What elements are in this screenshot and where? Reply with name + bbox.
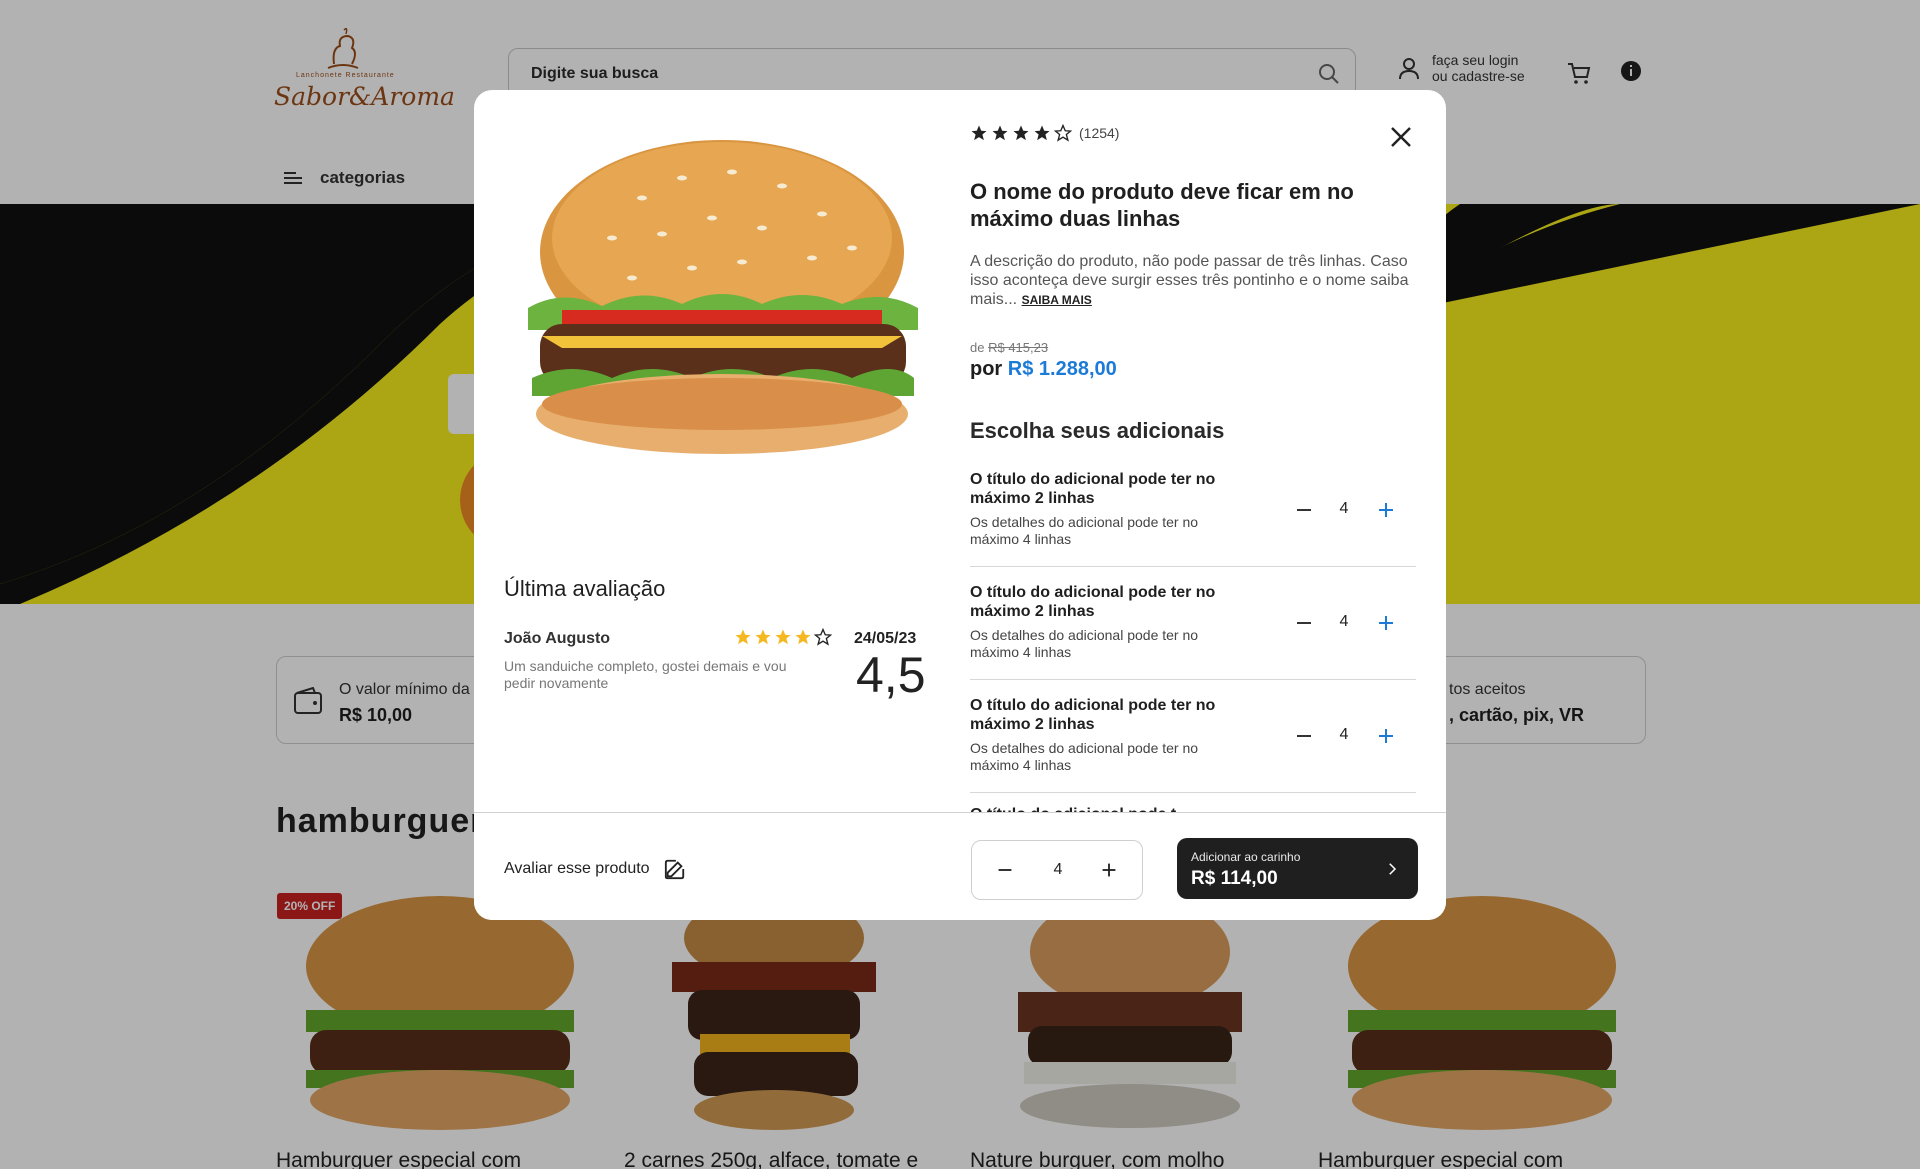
add-to-cart-price: R$ 114,00 <box>1191 868 1278 889</box>
product-rating: (1254) <box>970 124 1119 142</box>
star-filled-icon <box>1034 125 1050 141</box>
close-icon[interactable] <box>1386 122 1416 152</box>
edit-icon <box>664 859 684 880</box>
footer-divider <box>474 812 1446 813</box>
star-filled-icon <box>735 629 751 645</box>
product-modal: (1254) O nome do produto deve ficar em n… <box>474 90 1446 920</box>
new-price: por R$ 1.288,00 <box>970 358 1117 381</box>
old-price-prefix: de <box>970 340 985 355</box>
addon-item: O título do adicional pode ter no máximo… <box>970 680 1416 793</box>
quantity-value: 4 <box>1053 861 1063 878</box>
star-filled-icon <box>1013 125 1029 141</box>
addon-title: O título do adicional pode ter no máximo… <box>970 471 1216 507</box>
review-text: Um sanduiche completo, gostei demais e v… <box>504 658 787 691</box>
product-description: A descrição do produto, não pode passar … <box>970 252 1410 310</box>
new-price-prefix: por <box>970 358 1003 380</box>
star-empty-icon <box>1054 124 1072 142</box>
addon-detail: Os detalhes do adicional pode ter no máx… <box>970 740 1199 773</box>
plus-icon[interactable] <box>1374 498 1398 522</box>
review-section-title: Última avaliação <box>504 576 666 601</box>
addon-item: O título do adicional pode ter no máximo… <box>970 454 1416 567</box>
chevron-right-icon <box>1389 863 1397 875</box>
product-title: O nome do produto deve ficar em no máxim… <box>970 179 1354 231</box>
addon-quantity: 4 <box>1339 613 1349 630</box>
star-filled-icon <box>775 629 791 645</box>
add-to-cart-label: Adicionar ao carinho <box>1191 850 1301 864</box>
addon-quantity: 4 <box>1339 500 1349 517</box>
minus-icon[interactable] <box>1292 724 1316 748</box>
addons-title: Escolha seus adicionais <box>970 418 1225 443</box>
plus-icon[interactable] <box>1374 611 1398 635</box>
review-score: 4,5 <box>856 647 926 703</box>
star-empty-icon <box>814 628 832 646</box>
star-filled-icon <box>795 629 811 645</box>
old-price: de R$ 415,23 <box>970 340 1048 355</box>
review-author: João Augusto <box>504 630 611 647</box>
star-filled-icon <box>755 629 771 645</box>
add-to-cart-button[interactable]: Adicionar ao carinho R$ 114,00 <box>1177 838 1418 899</box>
review-stars <box>734 628 832 646</box>
minus-icon[interactable] <box>994 859 1016 881</box>
new-price-value: R$ 1.288,00 <box>1007 358 1117 380</box>
star-filled-icon <box>971 125 987 141</box>
quantity-stepper: 4 <box>971 840 1143 900</box>
star-filled-icon <box>992 125 1008 141</box>
addon-title: O título do adicional pode ter no máximo… <box>970 697 1216 733</box>
addon-quantity: 4 <box>1339 726 1349 743</box>
addon-detail: Os detalhes do adicional pode ter no máx… <box>970 514 1199 547</box>
plus-icon[interactable] <box>1098 859 1120 881</box>
addon-detail: Os detalhes do adicional pode ter no máx… <box>970 627 1199 660</box>
plus-icon[interactable] <box>1374 724 1398 748</box>
rate-product-label: Avaliar esse produto <box>504 860 650 877</box>
addon-item: O título do adicional pode ter no máximo… <box>970 567 1416 680</box>
minus-icon[interactable] <box>1292 611 1316 635</box>
rate-product-link[interactable]: Avaliar esse produto <box>504 858 686 880</box>
old-price-value: R$ 415,23 <box>988 340 1049 355</box>
product-photo <box>528 140 918 454</box>
minus-icon[interactable] <box>1292 498 1316 522</box>
rating-count: (1254) <box>1079 125 1120 141</box>
addon-title: O título do adicional pode ter no máximo… <box>970 584 1216 620</box>
read-more-link[interactable]: SAIBA MAIS <box>1022 293 1092 307</box>
